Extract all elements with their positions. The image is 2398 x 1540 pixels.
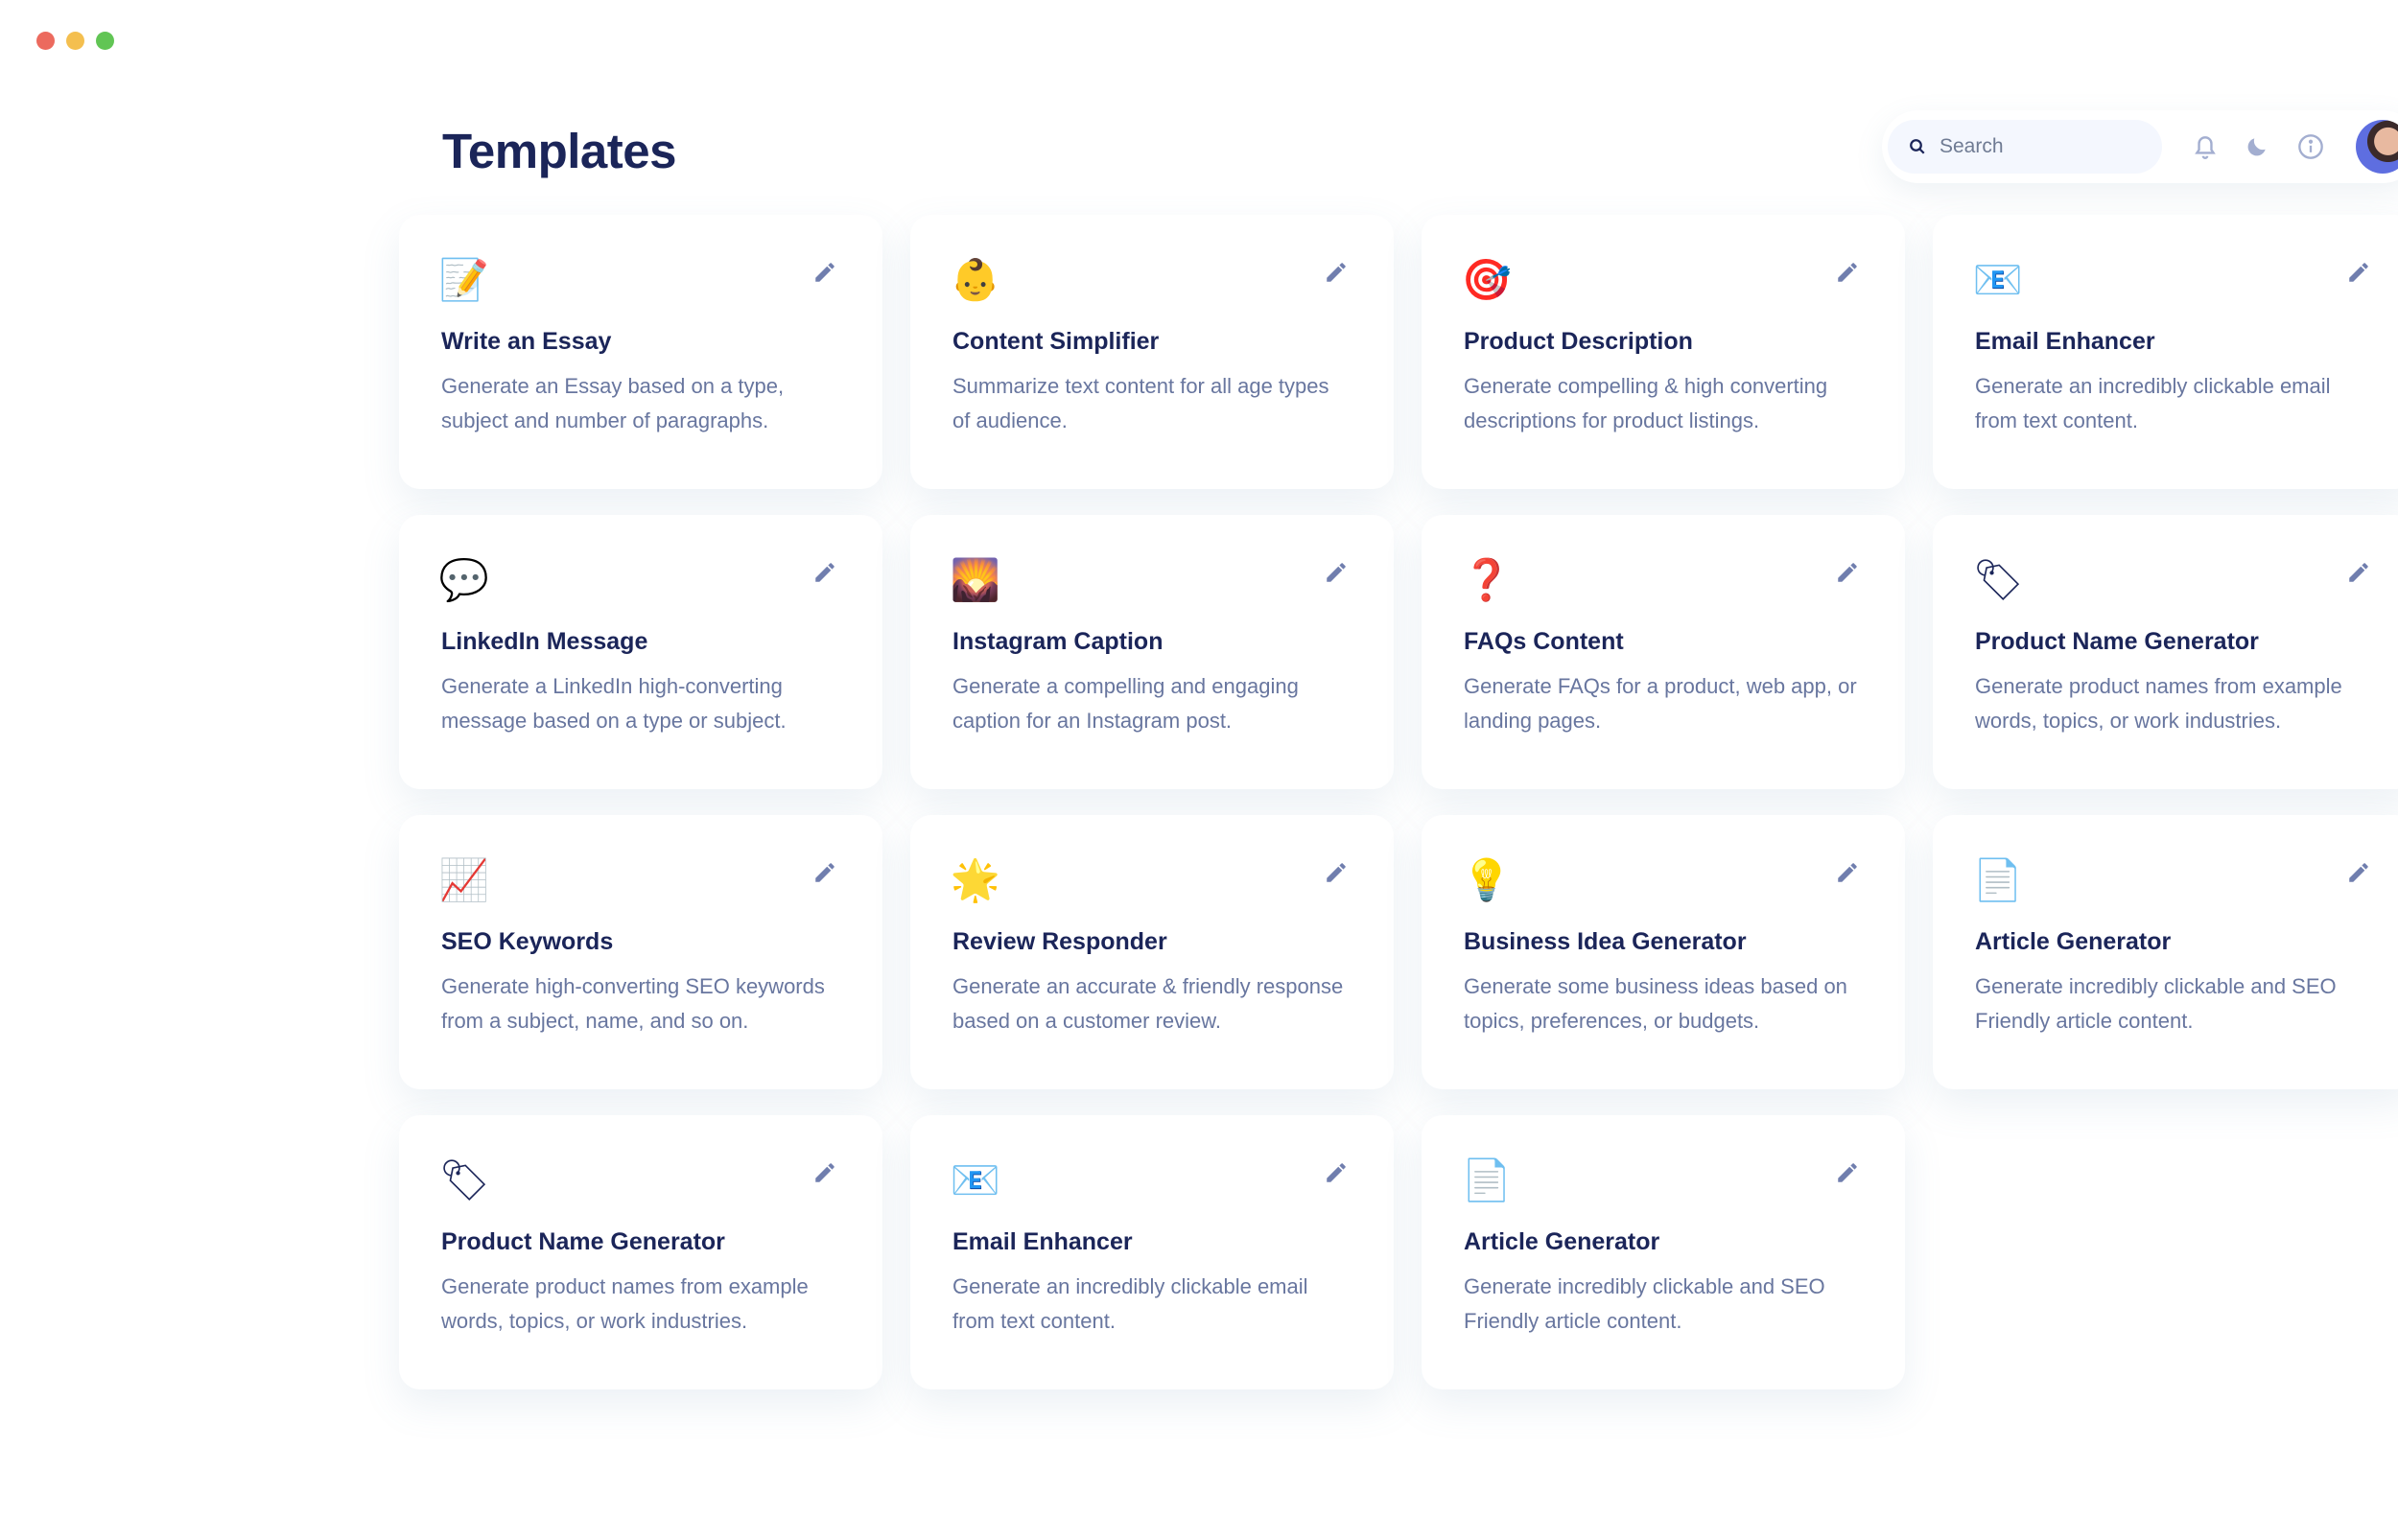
edit-icon[interactable]: [1321, 257, 1352, 288]
template-card[interactable]: 🏷 Product Name Generator Generate produc…: [399, 1115, 882, 1389]
template-card[interactable]: 📝 Write an Essay Generate an Essay based…: [399, 215, 882, 489]
card-title: LinkedIn Message: [441, 628, 648, 655]
edit-icon[interactable]: [810, 257, 840, 288]
info-icon: [2298, 134, 2323, 159]
card-description: Generate product names from example word…: [441, 1274, 809, 1333]
search-icon: [1910, 139, 1925, 154]
template-card[interactable]: 💡 Business Idea Generator Generate some …: [1422, 815, 1905, 1089]
card-title: Email Enhancer: [952, 1228, 1133, 1255]
moon-icon: [2247, 138, 2266, 156]
card-title: Product Name Generator: [1975, 628, 2259, 655]
card-title: Product Description: [1464, 328, 1693, 355]
card-title: SEO Keywords: [441, 928, 614, 955]
card-description: Generate some business ideas based on to…: [1464, 974, 1847, 1033]
speech-bubble-icon: 💬: [438, 556, 490, 603]
bell-icon: [2195, 136, 2216, 159]
card-description: Generate an incredibly clickable email f…: [1975, 374, 2331, 432]
edit-icon[interactable]: [810, 557, 840, 588]
card-description: Generate compelling & high converting de…: [1464, 374, 1828, 432]
memo-icon: 📝: [438, 256, 490, 303]
card-description: Generate an Essay based on a type, subje…: [441, 374, 785, 432]
lightbulb-icon: 💡: [1461, 856, 1513, 903]
card-title: Article Generator: [1975, 928, 2172, 955]
edit-icon[interactable]: [1832, 557, 1863, 588]
edit-icon[interactable]: [1321, 1157, 1352, 1188]
document-icon: 📄: [1461, 1156, 1513, 1203]
card-description: Generate FAQs for a product, web app, or…: [1464, 674, 1857, 733]
card-title: Write an Essay: [441, 328, 612, 355]
sunrise-icon: 🌄: [950, 556, 1001, 603]
card-title: Review Responder: [952, 928, 1167, 955]
edit-icon[interactable]: [2343, 257, 2374, 288]
notifications-button[interactable]: [2189, 130, 2222, 163]
info-button[interactable]: [2294, 130, 2327, 163]
edit-icon[interactable]: [1321, 857, 1352, 888]
edit-icon[interactable]: [810, 1157, 840, 1188]
card-description: Generate an accurate & friendly response…: [952, 974, 1344, 1033]
app-window: Templates 📝 Write an Essay Generate an E…: [0, 0, 2398, 1540]
template-card[interactable]: 🌄 Instagram Caption Generate a compellin…: [910, 515, 1394, 789]
star-icon: 🌟: [950, 856, 1001, 903]
target-icon: 🎯: [1461, 256, 1513, 303]
card-title: Instagram Caption: [952, 628, 1164, 655]
edit-icon[interactable]: [1321, 557, 1352, 588]
tag-icon: 🏷: [1972, 556, 2024, 603]
envelope-icon: 📧: [950, 1156, 1001, 1203]
baby-icon: 👶: [950, 256, 1001, 303]
template-card[interactable]: 📄 Article Generator Generate incredibly …: [1933, 815, 2398, 1089]
search-input[interactable]: [1940, 135, 2131, 158]
edit-icon[interactable]: [1832, 1157, 1863, 1188]
edit-icon[interactable]: [2343, 857, 2374, 888]
page-title: Templates: [442, 124, 676, 178]
template-card[interactable]: 🌟 Review Responder Generate an accurate …: [910, 815, 1394, 1089]
card-title: FAQs Content: [1464, 628, 1624, 655]
question-mark-icon: ❓: [1461, 556, 1513, 603]
template-card[interactable]: 🏷 Product Name Generator Generate produc…: [1933, 515, 2398, 789]
edit-icon[interactable]: [810, 857, 840, 888]
document-icon: 📄: [1972, 856, 2024, 903]
edit-icon[interactable]: [1832, 857, 1863, 888]
card-description: Generate a compelling and engaging capti…: [952, 674, 1299, 733]
card-title: Article Generator: [1464, 1228, 1660, 1255]
card-description: Generate a LinkedIn high-converting mess…: [441, 674, 787, 733]
card-description: Generate product names from example word…: [1975, 674, 2342, 733]
card-title: Content Simplifier: [952, 328, 1160, 355]
template-card[interactable]: 📈 SEO Keywords Generate high-converting …: [399, 815, 882, 1089]
card-description: Generate incredibly clickable and SEO Fr…: [1975, 974, 2337, 1033]
edit-icon[interactable]: [2343, 557, 2374, 588]
chart-up-icon: 📈: [438, 856, 490, 903]
envelope-icon: 📧: [1972, 256, 2024, 303]
template-card[interactable]: 📧 Email Enhancer Generate an incredibly …: [910, 1115, 1394, 1389]
card-title: Email Enhancer: [1975, 328, 2155, 355]
dark-mode-toggle[interactable]: [2241, 130, 2273, 163]
close-window-button[interactable]: [36, 32, 55, 50]
card-description: Generate an incredibly clickable email f…: [952, 1274, 1308, 1333]
card-description: Generate incredibly clickable and SEO Fr…: [1464, 1274, 1825, 1333]
edit-icon[interactable]: [1832, 257, 1863, 288]
minimize-window-button[interactable]: [66, 32, 84, 50]
template-card[interactable]: 📧 Email Enhancer Generate an incredibly …: [1933, 215, 2398, 489]
maximize-window-button[interactable]: [96, 32, 114, 50]
search-box[interactable]: [1888, 120, 2162, 174]
card-description: Generate high-converting SEO keywords fr…: [441, 974, 825, 1033]
tag-icon: 🏷: [438, 1156, 490, 1203]
template-card[interactable]: ❓ FAQs Content Generate FAQs for a produ…: [1422, 515, 1905, 789]
card-description: Summarize text content for all age types…: [952, 374, 1329, 432]
card-title: Business Idea Generator: [1464, 928, 1747, 955]
window-controls: [36, 32, 114, 50]
template-card[interactable]: 📄 Article Generator Generate incredibly …: [1422, 1115, 1905, 1389]
card-title: Product Name Generator: [441, 1228, 725, 1255]
template-card[interactable]: 💬 LinkedIn Message Generate a LinkedIn h…: [399, 515, 882, 789]
template-card[interactable]: 🎯 Product Description Generate compellin…: [1422, 215, 1905, 489]
template-card[interactable]: 👶 Content Simplifier Summarize text cont…: [910, 215, 1394, 489]
